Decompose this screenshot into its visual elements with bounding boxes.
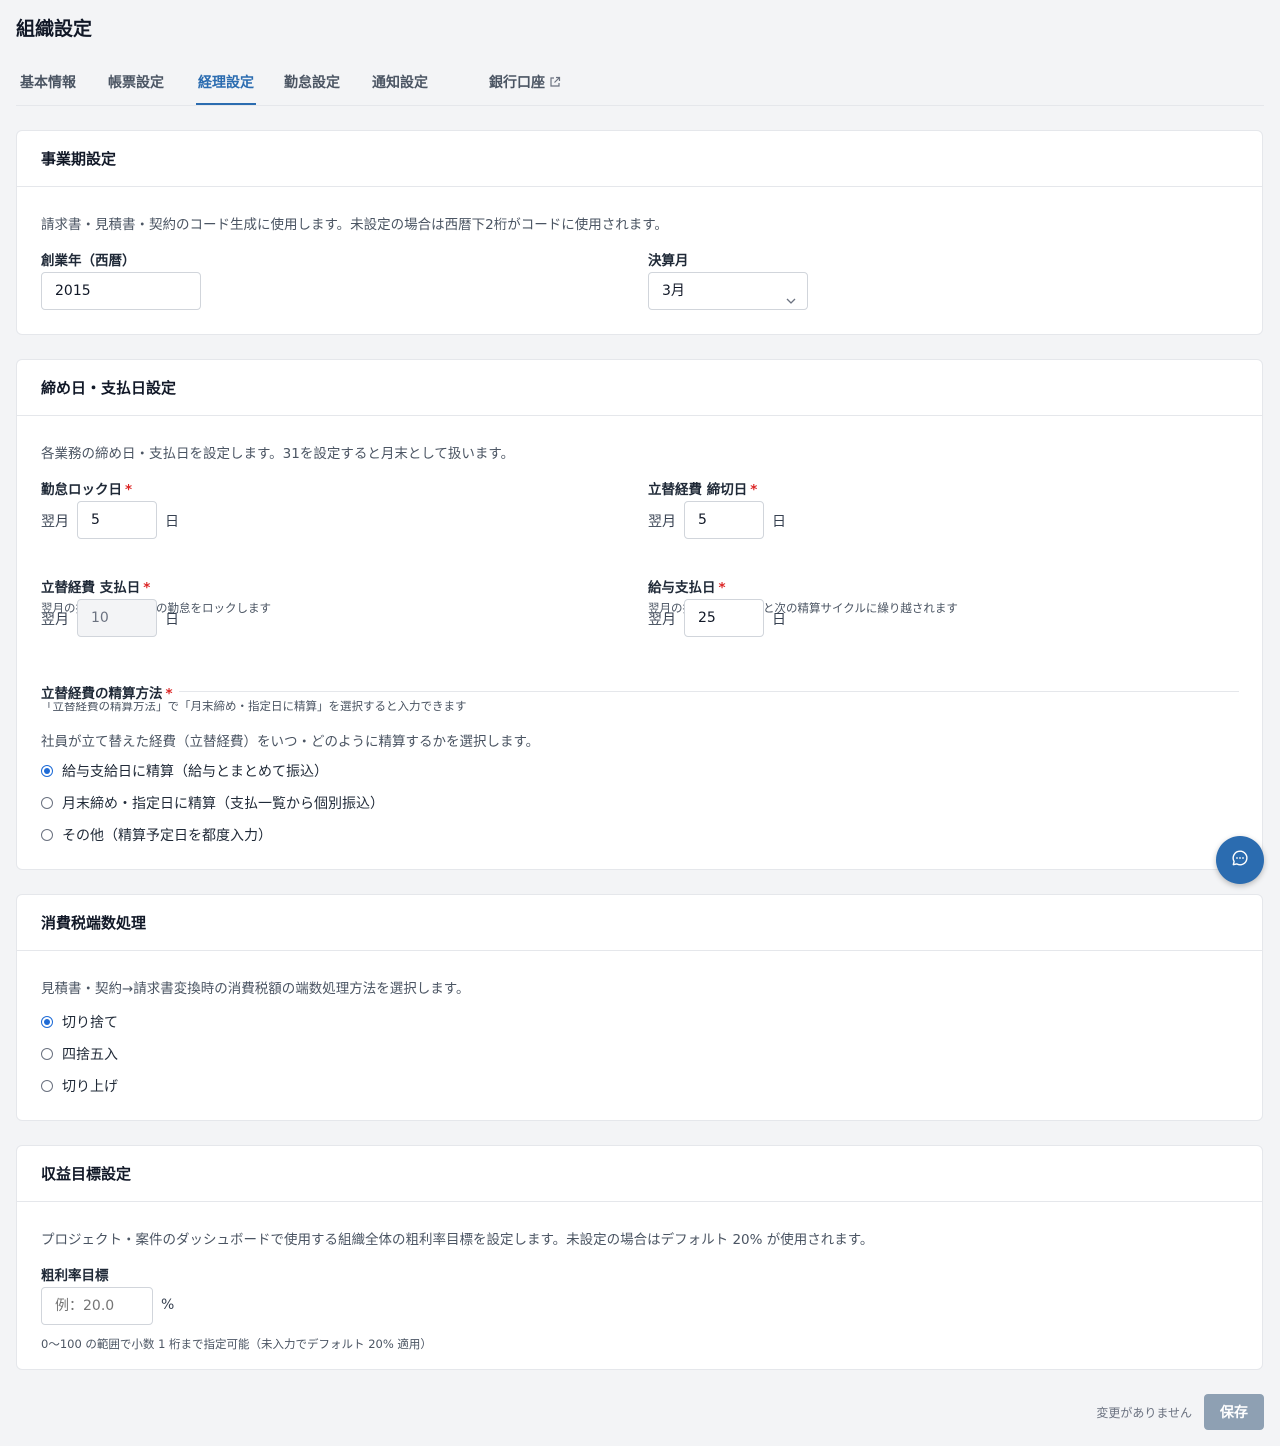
gross-margin-label: 粗利率目標: [41, 1268, 109, 1284]
settlement-option-other[interactable]: その他（精算予定日を都度入力）: [41, 825, 272, 845]
settlement-option-payday[interactable]: 給与支給日に精算（給与とまとめて振込）: [41, 761, 328, 781]
page-title: 組織設定: [16, 18, 93, 40]
chevron-down-icon: [785, 285, 797, 322]
attendance-lock-input[interactable]: [77, 501, 157, 539]
cutoff-payment-title: 締め日・支払日設定: [17, 360, 1262, 416]
tax-option-round-down[interactable]: 切り捨て: [41, 1012, 118, 1032]
tab-attendance-settings[interactable]: 勤怠設定: [284, 62, 340, 105]
save-status-text: 変更がありません: [1096, 1406, 1192, 1420]
expense-payment-input[interactable]: [77, 599, 157, 637]
closing-month-label: 決算月: [648, 253, 689, 269]
tax-rounding-description: 見積書・契約→請求書変換時の消費税額の端数処理方法を選択します。: [41, 981, 470, 997]
settlement-option-month-end[interactable]: 月末締め・指定日に精算（支払一覧から個別振込）: [41, 793, 384, 813]
fiscal-period-title: 事業期設定: [17, 131, 1262, 187]
cutoff-description: 各業務の締め日・支払日を設定します。31を設定すると月末として扱います。: [41, 446, 515, 462]
tax-option-round-up[interactable]: 切り上げ: [41, 1076, 118, 1096]
gross-margin-input[interactable]: [41, 1287, 153, 1325]
closing-month-select[interactable]: 3月: [648, 272, 808, 310]
settlement-option-label: 給与支給日に精算（給与とまとめて振込）: [62, 764, 328, 780]
salary-payment-input[interactable]: [684, 599, 764, 637]
chat-button[interactable]: [1216, 836, 1264, 884]
tab-bank-account-label: 銀行口座: [489, 75, 545, 91]
expense-cutoff-prefix: 翌月: [648, 514, 676, 530]
settlement-option-label: その他（精算予定日を都度入力）: [62, 828, 272, 844]
required-mark: *: [165, 686, 173, 702]
tax-rounding-title: 消費税端数処理: [17, 895, 1262, 951]
required-mark: *: [718, 580, 726, 596]
profit-target-card: 収益目標設定 プロジェクト・案件のダッシュボードで使用する組織全体の粗利率目標を…: [16, 1145, 1263, 1370]
founded-year-label: 創業年（西暦）: [41, 253, 136, 269]
required-mark: *: [125, 482, 133, 498]
settlement-method-description: 社員が立て替えた経費（立替経費）をいつ・どのように精算するかを選択します。: [41, 734, 540, 750]
expense-payment-suffix: 日: [165, 612, 179, 628]
tab-document-settings[interactable]: 帳票設定: [108, 62, 164, 105]
radio-button[interactable]: [41, 765, 53, 777]
tax-rounding-card: 消費税端数処理 見積書・契約→請求書変換時の消費税額の端数処理方法を選択します。…: [16, 894, 1263, 1121]
attendance-lock-label: 勤怠ロック日 *: [41, 482, 133, 498]
required-mark: *: [750, 482, 758, 498]
external-link-icon: [549, 63, 561, 105]
attendance-lock-prefix: 翌月: [41, 514, 69, 530]
profit-target-title: 収益目標設定: [17, 1146, 1262, 1202]
cutoff-payment-card: 締め日・支払日設定 各業務の締め日・支払日を設定します。31を設定すると月末とし…: [16, 359, 1263, 870]
profit-target-description: プロジェクト・案件のダッシュボードで使用する組織全体の粗利率目標を設定します。未…: [41, 1232, 874, 1248]
attendance-lock-suffix: 日: [165, 514, 179, 530]
fiscal-description: 請求書・見積書・契約のコード生成に使用します。未設定の場合は西暦下2桁がコードに…: [41, 217, 668, 233]
tab-basic-info[interactable]: 基本情報: [20, 62, 76, 105]
fiscal-period-card: 事業期設定 請求書・見積書・契約のコード生成に使用します。未設定の場合は西暦下2…: [16, 130, 1263, 335]
radio-button[interactable]: [41, 1080, 53, 1092]
tax-option-label: 切り捨て: [62, 1015, 118, 1031]
salary-payment-prefix: 翌月: [648, 612, 676, 628]
save-button[interactable]: 保存: [1204, 1394, 1264, 1430]
radio-button[interactable]: [41, 829, 53, 841]
settlement-method-divider: [41, 691, 1239, 692]
expense-cutoff-input[interactable]: [684, 501, 764, 539]
tab-bar: 基本情報 帳票設定 経理設定 勤怠設定 通知設定 銀行口座: [16, 62, 1264, 106]
expense-cutoff-label: 立替経費 締切日 *: [648, 482, 758, 498]
tab-accounting-settings[interactable]: 経理設定: [196, 62, 256, 105]
radio-button[interactable]: [41, 1016, 53, 1028]
required-mark: *: [143, 580, 151, 596]
tab-bank-account[interactable]: 銀行口座: [489, 62, 561, 105]
tax-option-round-half[interactable]: 四捨五入: [41, 1044, 118, 1064]
expense-payment-prefix: 翌月: [41, 612, 69, 628]
tax-option-label: 四捨五入: [62, 1047, 118, 1063]
gross-margin-hint: 0〜100 の範囲で小数 1 桁まで指定可能（未入力でデフォルト 20% 適用）: [41, 1337, 432, 1351]
closing-month-value: 3月: [662, 283, 685, 299]
salary-payment-suffix: 日: [772, 612, 786, 628]
salary-payment-label: 給与支払日 *: [648, 580, 726, 596]
chat-bubble-icon: [1231, 849, 1249, 871]
settlement-option-label: 月末締め・指定日に精算（支払一覧から個別振込）: [62, 796, 384, 812]
expense-cutoff-suffix: 日: [772, 514, 786, 530]
expense-payment-label: 立替経費 支払日 *: [41, 580, 151, 596]
radio-button[interactable]: [41, 797, 53, 809]
gross-margin-unit: %: [161, 1297, 175, 1313]
tab-notification-settings[interactable]: 通知設定: [372, 62, 428, 105]
tax-option-label: 切り上げ: [62, 1079, 118, 1095]
founded-year-input[interactable]: [41, 272, 201, 310]
settlement-method-label: 立替経費の精算方法 *: [41, 682, 179, 702]
radio-button[interactable]: [41, 1048, 53, 1060]
